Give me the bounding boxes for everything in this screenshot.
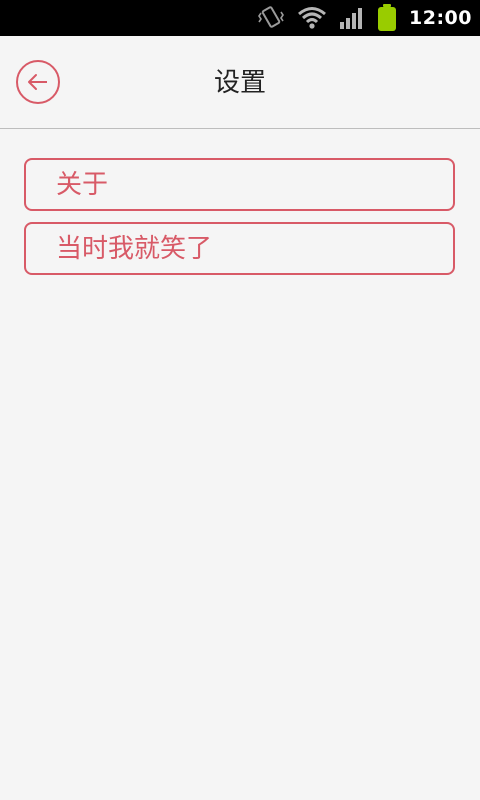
page-title: 设置 <box>213 68 266 98</box>
status-icons: 12:00 <box>257 0 472 36</box>
status-time: 12:00 <box>409 7 472 29</box>
vibrate-icon <box>257 5 285 31</box>
wifi-icon <box>297 6 327 30</box>
menu-item-laughed[interactable]: 当时我就笑了 <box>24 222 455 275</box>
battery-icon <box>377 4 397 32</box>
menu-item-label: 关于 <box>56 169 109 200</box>
signal-icon <box>339 7 365 29</box>
menu-item-label: 当时我就笑了 <box>56 233 213 264</box>
header: 设置 <box>0 36 480 129</box>
status-bar: 12:00 <box>0 0 480 36</box>
menu-item-about[interactable]: 关于 <box>24 158 455 211</box>
settings-menu: 关于 当时我就笑了 <box>24 158 456 286</box>
